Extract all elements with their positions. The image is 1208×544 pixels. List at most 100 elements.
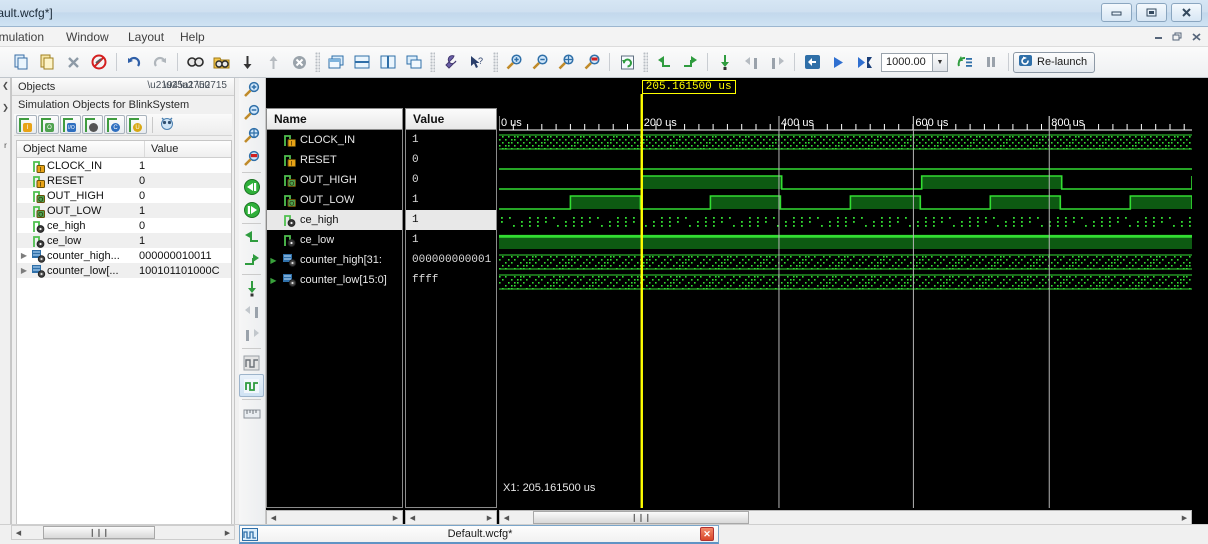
wave-name-hscrollbar[interactable]: ◀ ▶ (266, 510, 403, 525)
expand-arrow-icon[interactable]: ▶ (267, 256, 280, 265)
help-pointer-icon[interactable]: ? (464, 49, 490, 75)
sliver-collapse-icon[interactable]: ❮ (0, 81, 11, 90)
wv-zoom-in-icon[interactable] (239, 78, 264, 101)
wave-value-scroll-right-icon[interactable]: ▶ (483, 511, 496, 524)
left-footer-scroll-right-icon[interactable]: ▶ (221, 526, 234, 539)
wv-prev-transition-icon[interactable] (239, 226, 264, 249)
maximize-icon[interactable] (1136, 3, 1167, 22)
up-arrow-icon[interactable] (260, 49, 286, 75)
wave-name-scroll-right-icon[interactable]: ▶ (389, 511, 402, 524)
mdi-restore-icon[interactable] (1169, 29, 1185, 44)
left-footer-scroll-thumb[interactable]: ❙❙❙ (43, 526, 155, 539)
wave-canvas-hscrollbar[interactable]: ◀ ❙❙❙ ▶ (499, 510, 1192, 525)
prev-marker-icon[interactable] (738, 49, 764, 75)
down-arrow-icon[interactable] (234, 49, 260, 75)
wave-canvas-scroll-left-icon[interactable]: ◀ (500, 511, 513, 524)
wv-goto-end-icon[interactable] (239, 198, 264, 221)
run-for-time-icon[interactable] (851, 49, 877, 75)
menu-item-layout[interactable]: Layout (128, 30, 164, 44)
copy-icon[interactable] (8, 49, 34, 75)
tile-horizontal-icon[interactable] (349, 49, 375, 75)
wave-signal-row[interactable]: I RESET (267, 150, 402, 170)
add-marker-icon[interactable] (712, 49, 738, 75)
wave-canvas-scroll-right-icon[interactable]: ▶ (1178, 511, 1191, 524)
wv-float-waveform-icon[interactable] (239, 374, 264, 397)
minimize-icon[interactable] (1101, 3, 1132, 22)
wave-value-scroll-left-icon[interactable]: ◀ (406, 511, 419, 524)
menu-item-simulation[interactable]: imulation (0, 30, 44, 44)
object-row[interactable]: ce_low 1 (17, 233, 231, 248)
wrench-icon[interactable] (438, 49, 464, 75)
step-icon[interactable] (952, 49, 978, 75)
wv-zoom-to-cursor-icon[interactable] (239, 147, 264, 170)
wave-signal-row[interactable]: O OUT_LOW (267, 190, 402, 210)
filter-internal-signals[interactable] (82, 115, 103, 134)
wave-plot[interactable]: 0 us 200 us 400 us 600 us 800 us (499, 78, 1192, 508)
undo-icon[interactable] (121, 49, 147, 75)
restart-sim-icon[interactable] (799, 49, 825, 75)
wv-goto-start-icon[interactable] (239, 175, 264, 198)
left-footer-scroll-left-icon[interactable]: ◀ (12, 526, 25, 539)
wave-signal-row[interactable]: ce_low (267, 230, 402, 250)
expand-arrow-icon[interactable]: ▶ (17, 251, 31, 260)
goto-next-transition-icon[interactable] (677, 49, 703, 75)
left-footer-hscrollbar[interactable]: ◀ ❙❙❙ ▶ (11, 525, 235, 540)
filter-others[interactable]: U (126, 115, 147, 134)
relaunch-button[interactable]: Re-launch (1013, 51, 1096, 73)
pause-icon[interactable] (978, 49, 1004, 75)
wave-canvas[interactable]: 0 us 200 us 400 us 600 us 800 us 205.161500 … (499, 78, 1192, 508)
cascade-windows-icon[interactable] (323, 49, 349, 75)
wave-canvas-scroll-thumb[interactable]: ❙❙❙ (533, 511, 749, 524)
sliver-tab-label[interactable]: r (0, 141, 11, 150)
float-window-icon[interactable] (401, 49, 427, 75)
object-row[interactable]: ▶ counter_low[... 100101101000C (17, 263, 231, 278)
wave-value-hscrollbar[interactable]: ◀ ▶ (405, 510, 497, 525)
wv-snap-to-transition-icon[interactable] (239, 351, 264, 374)
refresh-icon[interactable] (614, 49, 640, 75)
mdi-minimize-icon[interactable] (1150, 29, 1166, 44)
wave-signal-row[interactable]: ce_high (267, 210, 402, 230)
next-marker-icon[interactable] (764, 49, 790, 75)
goto-prev-transition-icon[interactable] (651, 49, 677, 75)
wave-signal-row[interactable]: ▶ counter_low[15:0] (267, 270, 402, 290)
zoom-in-icon[interactable] (501, 49, 527, 75)
expand-arrow-icon[interactable]: ▶ (267, 276, 280, 285)
paste-icon[interactable] (34, 49, 60, 75)
no-entry-icon[interactable] (86, 49, 112, 75)
menu-item-window[interactable]: Window (66, 30, 109, 44)
object-row[interactable]: I CLOCK_IN 1 (17, 158, 231, 173)
wv-measure-icon[interactable] (239, 402, 264, 425)
zoom-fit-icon[interactable] (553, 49, 579, 75)
wv-zoom-fit-icon[interactable] (239, 124, 264, 147)
wave-signal-row[interactable]: ▶ counter_high[31: (267, 250, 402, 270)
zoom-out-icon[interactable] (527, 49, 553, 75)
document-tab-close-icon[interactable]: ✕ (700, 527, 714, 541)
object-row[interactable]: O OUT_HIGH 0 (17, 188, 231, 203)
object-row[interactable]: I RESET 0 (17, 173, 231, 188)
find-icon[interactable] (182, 49, 208, 75)
close-panel-icon[interactable]: \u2715 (196, 80, 227, 91)
stop-icon[interactable] (286, 49, 312, 75)
wv-zoom-out-icon[interactable] (239, 101, 264, 124)
expand-arrow-icon[interactable]: ▶ (17, 266, 31, 275)
wave-signal-row[interactable]: O OUT_HIGH (267, 170, 402, 190)
wv-add-marker-icon[interactable] (239, 277, 264, 300)
run-time-input[interactable]: 1000.00 (881, 52, 933, 72)
object-settings-icon[interactable] (158, 115, 176, 134)
find-in-files-icon[interactable] (208, 49, 234, 75)
zoom-to-cursor-icon[interactable] (579, 49, 605, 75)
delete-icon[interactable] (60, 49, 86, 75)
run-all-icon[interactable] (825, 49, 851, 75)
object-row[interactable]: O OUT_LOW 1 (17, 203, 231, 218)
filter-input-ports[interactable]: I (16, 115, 37, 134)
redo-icon[interactable] (147, 49, 173, 75)
menu-item-help[interactable]: Help (180, 30, 205, 44)
tile-vertical-icon[interactable] (375, 49, 401, 75)
wv-next-transition-icon[interactable] (239, 249, 264, 272)
filter-output-ports[interactable]: O (38, 115, 59, 134)
wv-next-marker-icon[interactable] (239, 323, 264, 346)
wave-signal-row[interactable]: I CLOCK_IN (267, 130, 402, 150)
close-icon[interactable] (1171, 3, 1202, 22)
sliver-expand-icon[interactable]: ❯ (0, 103, 11, 112)
filter-inout-ports[interactable]: I/O (60, 115, 81, 134)
